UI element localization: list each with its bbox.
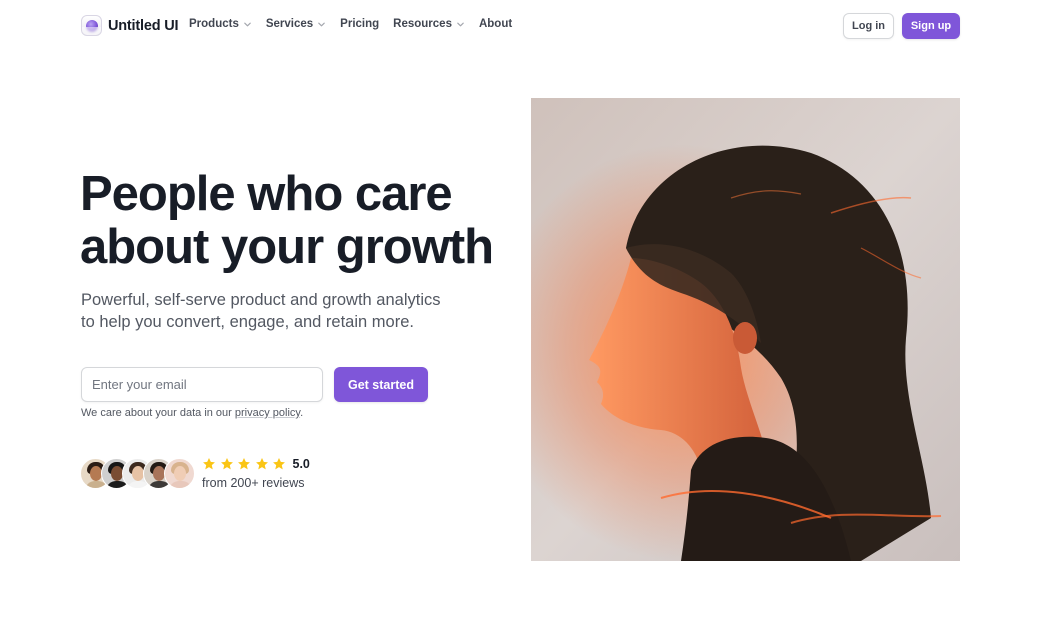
privacy-policy-link[interactable]: privacy policy bbox=[235, 407, 300, 419]
orb-logo-icon bbox=[81, 15, 102, 36]
star-icon bbox=[237, 457, 251, 471]
nav-item-label: About bbox=[478, 18, 513, 30]
chevron-down-icon bbox=[456, 20, 465, 29]
hero-subtitle-line2: to help you convert, engage, and retain … bbox=[81, 313, 414, 331]
chevron-down-icon bbox=[317, 20, 326, 29]
hero-title-line1: People who care bbox=[80, 167, 453, 221]
hero-portrait-image bbox=[531, 98, 960, 561]
privacy-prefix: We care about your data in our bbox=[81, 407, 235, 419]
hero-subtitle-line1: Powerful, self-serve product and growth … bbox=[81, 291, 441, 309]
star-icon bbox=[220, 457, 234, 471]
brand-name: Untitled UI bbox=[108, 17, 179, 34]
star-rating: 5.0 bbox=[202, 457, 310, 471]
star-icon bbox=[272, 457, 286, 471]
get-started-button[interactable]: Get started bbox=[334, 367, 428, 402]
rating-value: 5.0 bbox=[292, 457, 310, 471]
nav-item-products[interactable]: Products bbox=[189, 18, 252, 30]
nav-item-label: Resources bbox=[393, 18, 452, 30]
privacy-suffix: . bbox=[300, 407, 304, 419]
hero-subtitle: Powerful, self-serve product and growth … bbox=[81, 289, 451, 333]
nav-item-label: Services bbox=[265, 18, 314, 30]
email-input[interactable] bbox=[81, 367, 323, 402]
chevron-down-icon bbox=[243, 20, 252, 29]
reviews-caption: from 200+ reviews bbox=[202, 476, 305, 490]
hero-title: People who care about your growth bbox=[80, 168, 500, 274]
signup-button[interactable]: Sign up bbox=[902, 13, 960, 39]
privacy-note: We care about your data in our privacy p… bbox=[81, 407, 303, 419]
avatar bbox=[164, 458, 195, 489]
star-icon bbox=[202, 457, 216, 471]
avatar-group bbox=[80, 458, 195, 489]
login-button[interactable]: Log in bbox=[843, 13, 894, 39]
hero-title-line2: about your growth bbox=[80, 220, 494, 274]
nav-item-resources[interactable]: Resources bbox=[393, 18, 465, 30]
main-nav: Products Services Pricing Resources Abou… bbox=[189, 18, 526, 30]
nav-item-services[interactable]: Services bbox=[266, 18, 326, 30]
brand-logo[interactable]: Untitled UI bbox=[81, 15, 178, 36]
site-header: Untitled UI Products Services Pricing Re… bbox=[0, 0, 1040, 52]
nav-item-label: Products bbox=[189, 18, 239, 30]
nav-item-pricing[interactable]: Pricing bbox=[340, 18, 379, 30]
star-icon bbox=[255, 457, 269, 471]
nav-item-label: Pricing bbox=[340, 18, 380, 30]
nav-item-about[interactable]: About bbox=[479, 18, 512, 30]
